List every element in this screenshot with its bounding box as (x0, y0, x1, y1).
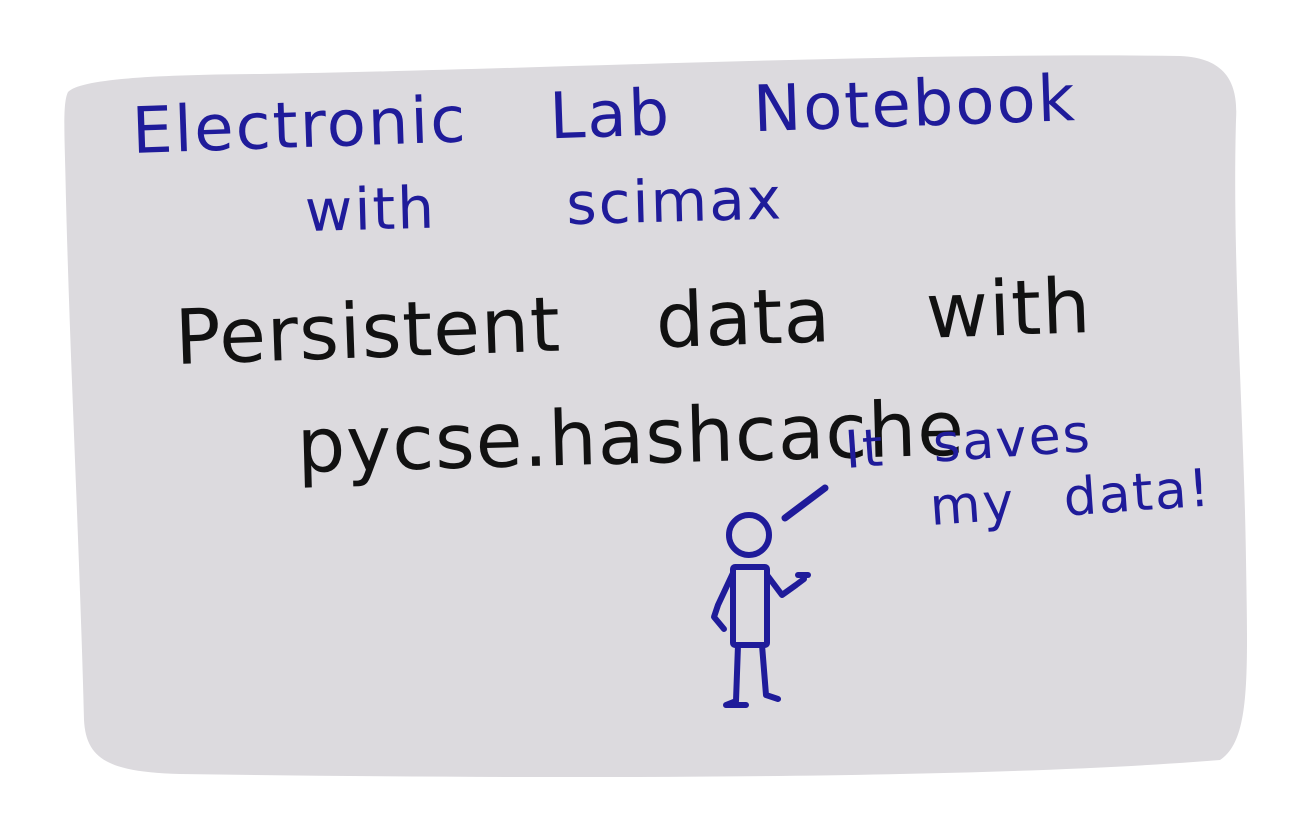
slide-canvas: Electronic Lab Notebook with scimax Pers… (0, 0, 1312, 834)
title-line-2: with scimax (304, 164, 784, 245)
stick-figure-icon (711, 512, 811, 708)
